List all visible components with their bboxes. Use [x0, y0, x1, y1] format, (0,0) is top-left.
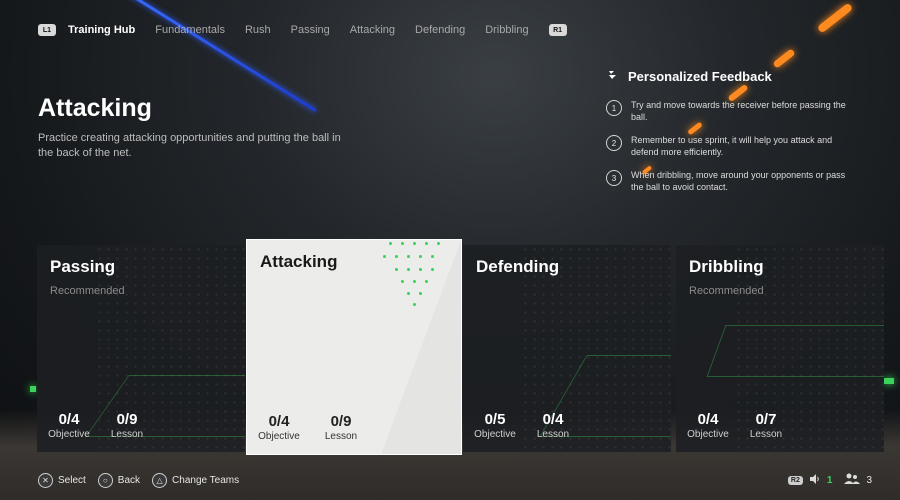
triangle-button-icon: △: [152, 473, 168, 488]
lesson-stat: 0/7 Lesson: [746, 411, 786, 440]
page-title: Attacking: [38, 94, 152, 122]
objective-stat: 0/4 Objective: [257, 413, 301, 442]
r2-button-icon[interactable]: R2: [787, 476, 803, 485]
feedback-item: 1 Try and move towards the receiver befo…: [606, 99, 846, 123]
bottom-bar: ✕ Select ○ Back △ Change Teams: [38, 473, 251, 488]
players-icon[interactable]: [844, 473, 861, 488]
lesson-label: Lesson: [749, 429, 783, 440]
tab-passing[interactable]: Passing: [291, 24, 330, 36]
card-attacking-selected[interactable]: Attacking 0/4 Objective 0/9 Lesson: [247, 240, 461, 454]
tab-defending[interactable]: Defending: [415, 24, 465, 36]
feedback-item: 3 When dribbling, move around your oppon…: [606, 169, 846, 193]
objective-value: 0/5: [484, 411, 506, 428]
objective-stat: 0/4 Objective: [686, 411, 730, 440]
card-title: Attacking: [260, 252, 338, 271]
lesson-label: Lesson: [324, 431, 358, 442]
tab-rush[interactable]: Rush: [245, 24, 271, 36]
players-count: 3: [866, 475, 872, 486]
speaker-icon[interactable]: [809, 473, 821, 488]
card-defending[interactable]: Defending 0/5 Objective 0/4 Lesson: [463, 245, 671, 452]
card-title: Dribbling: [689, 257, 764, 276]
objective-stat: 0/4 Objective: [47, 411, 91, 440]
objective-label: Objective: [258, 431, 300, 442]
select-action[interactable]: ✕ Select: [38, 473, 86, 488]
card-passing[interactable]: Passing Recommended 0/4 Objective 0/9 Le…: [37, 245, 245, 452]
feedback-text: Try and move towards the receiver before…: [631, 100, 846, 122]
objective-label: Objective: [48, 429, 90, 440]
objective-label: Objective: [687, 429, 729, 440]
card-subtitle: Recommended: [50, 285, 125, 297]
select-label: Select: [58, 475, 86, 486]
feedback-text: When dribbling, move around your opponen…: [631, 170, 846, 192]
change-teams-label: Change Teams: [172, 475, 240, 486]
bottom-right-status: R2 1 3: [787, 473, 872, 488]
back-label: Back: [117, 475, 141, 486]
cross-button-icon: ✕: [38, 473, 53, 488]
change-teams-action[interactable]: △ Change Teams: [152, 473, 239, 488]
card-title: Defending: [476, 257, 560, 276]
lesson-value: 0/9: [116, 411, 138, 428]
orange-light: [816, 2, 854, 34]
objective-stat: 0/5 Objective: [473, 411, 517, 440]
lesson-value: 0/9: [330, 413, 352, 430]
top-nav: L1 Training Hub Fundamentals Rush Passin…: [38, 24, 567, 36]
feedback-item: 2 Remember to use sprint, it will help y…: [606, 134, 846, 158]
tab-attacking[interactable]: Attacking: [350, 24, 395, 36]
feedback-logo-icon: [606, 68, 620, 85]
objective-value: 0/4: [697, 411, 719, 428]
green-count: 1: [826, 475, 833, 486]
feedback-number: 3: [606, 170, 622, 186]
objective-value: 0/4: [58, 411, 80, 428]
card-subtitle: Recommended: [689, 285, 764, 297]
feedback-number: 2: [606, 135, 622, 151]
page-description: Practice creating attacking opportunitie…: [38, 132, 341, 159]
lesson-label: Lesson: [110, 429, 144, 440]
r1-button-icon[interactable]: R1: [548, 24, 567, 36]
tab-fundamentals[interactable]: Fundamentals: [155, 24, 225, 36]
green-light: [30, 386, 36, 392]
feedback-text: Remember to use sprint, it will help you…: [631, 135, 833, 157]
tab-dribbling[interactable]: Dribbling: [485, 24, 528, 36]
personalized-feedback-panel: Personalized Feedback 1 Try and move tow…: [606, 68, 846, 204]
card-title: Passing: [50, 257, 116, 276]
lesson-stat: 0/9 Lesson: [107, 411, 147, 440]
feedback-list: 1 Try and move towards the receiver befo…: [606, 99, 846, 193]
lesson-value: 0/4: [542, 411, 564, 428]
circle-button-icon: ○: [97, 473, 113, 488]
lesson-value: 0/7: [755, 411, 777, 428]
lesson-label: Lesson: [536, 429, 570, 440]
feedback-header: Personalized Feedback: [606, 68, 846, 85]
orange-light: [772, 48, 796, 69]
back-action[interactable]: ○ Back: [97, 473, 141, 488]
pitch-line: [706, 325, 884, 377]
lesson-stat: 0/9 Lesson: [321, 413, 361, 442]
lesson-stat: 0/4 Lesson: [533, 411, 573, 440]
card-shade: [381, 240, 461, 454]
green-light: [884, 378, 894, 384]
card-dribbling[interactable]: Dribbling Recommended 0/4 Objective 0/7 …: [676, 245, 884, 452]
feedback-number: 1: [606, 100, 622, 116]
feedback-title: Personalized Feedback: [628, 69, 772, 84]
objective-value: 0/4: [268, 413, 290, 430]
l1-button-icon[interactable]: L1: [38, 24, 56, 36]
tab-training-hub[interactable]: Training Hub: [68, 24, 135, 36]
objective-label: Objective: [474, 429, 516, 440]
